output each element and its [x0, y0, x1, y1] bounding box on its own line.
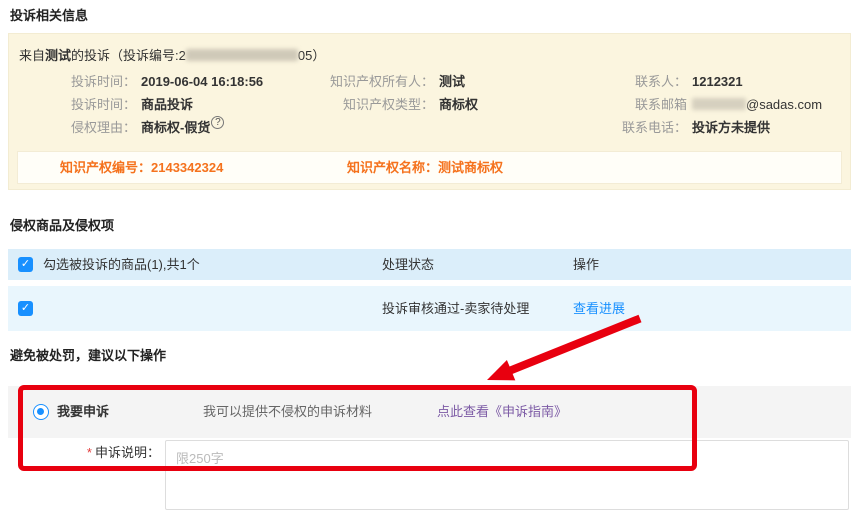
- select-all-label: 勾选被投诉的商品(1),共1个: [43, 249, 200, 280]
- complaint-number-end: 05）: [298, 48, 325, 63]
- ip-number-label: 知识产权编号：: [60, 160, 151, 175]
- field-label: 知识产权类型：: [281, 93, 434, 116]
- email-domain: @sadas.com: [746, 97, 822, 112]
- info-column-2: 知识产权所有人： 测试 知识产权类型： 商标权: [281, 70, 478, 116]
- info-column-3: 联系人： 1212321 联系邮箱 @sadas.com 联系电话： 投诉方未提…: [574, 70, 822, 139]
- complaint-number-start: 2: [179, 48, 186, 63]
- field-ip-owner: 知识产权所有人： 测试: [281, 70, 478, 93]
- field-infringe-reason: 侵权理由： 商标权-假货 ?: [9, 116, 263, 139]
- field-ip-type: 知识产权类型： 商标权: [281, 93, 478, 116]
- field-label: 投诉时间：: [9, 70, 136, 93]
- field-value: 2019-06-04 16:18:56: [141, 70, 263, 93]
- appeal-option-row: 我要申诉 我可以提供不侵权的申诉材料 点此查看《申诉指南》: [8, 386, 851, 438]
- suggest-section-title: 避免被处罚，建议以下操作: [10, 346, 166, 366]
- source-name: 测试: [45, 48, 71, 63]
- field-value: 商标权: [439, 93, 478, 116]
- source-middle: 的投诉（投诉编号:: [71, 48, 179, 63]
- field-label: 知识产权所有人：: [281, 70, 434, 93]
- help-icon[interactable]: ?: [211, 116, 224, 129]
- redacted-complaint-number: [186, 49, 298, 61]
- redacted-email: [692, 98, 746, 110]
- appeal-explain-row: *申诉说明：: [8, 438, 851, 483]
- field-value: 商品投诉: [141, 93, 193, 116]
- ip-name-group: 知识产权名称：测试商标权: [347, 152, 503, 183]
- products-section-title: 侵权商品及侵权项: [10, 216, 114, 236]
- field-label: 投诉时间：: [9, 93, 136, 116]
- status-column-header: 处理状态: [382, 249, 434, 280]
- products-header-row: ✓ 勾选被投诉的商品(1),共1个 处理状态 操作: [8, 249, 851, 280]
- required-mark: *: [87, 445, 92, 460]
- field-value: 1212321: [692, 70, 743, 93]
- field-contact-phone: 联系电话： 投诉方未提供: [574, 116, 822, 139]
- action-column-header: 操作: [573, 249, 599, 280]
- field-value: @sadas.com: [692, 93, 822, 116]
- appeal-radio-label[interactable]: 我要申诉: [57, 386, 109, 438]
- view-progress-link[interactable]: 查看进展: [573, 286, 625, 331]
- field-contact-email: 联系邮箱 @sadas.com: [574, 93, 822, 116]
- field-label: 联系电话：: [574, 116, 687, 139]
- product-row: ✓ 投诉审核通过-卖家待处理 查看进展: [8, 286, 851, 331]
- appeal-textarea[interactable]: [165, 440, 849, 510]
- field-value: 投诉方未提供: [692, 116, 770, 139]
- field-value: 测试: [439, 70, 465, 93]
- field-label: 联系人：: [574, 70, 687, 93]
- ip-detail-box: 知识产权编号：2143342324 知识产权名称：测试商标权: [17, 151, 842, 184]
- ip-number-group: 知识产权编号：2143342324: [60, 152, 223, 183]
- source-prefix: 来自: [19, 48, 45, 63]
- ip-number-value: 2143342324: [151, 160, 223, 175]
- field-contact-person: 联系人： 1212321: [574, 70, 822, 93]
- field-complaint-type: 投诉时间： 商品投诉: [9, 93, 263, 116]
- complaint-section-title: 投诉相关信息: [10, 6, 88, 26]
- field-complaint-time: 投诉时间： 2019-06-04 16:18:56: [9, 70, 263, 93]
- ip-name-label: 知识产权名称：: [347, 160, 438, 175]
- select-all-checkbox[interactable]: ✓: [18, 257, 33, 272]
- appeal-desc: 我可以提供不侵权的申诉材料: [203, 386, 372, 438]
- product-checkbox[interactable]: ✓: [18, 301, 33, 316]
- complaint-panel: 来自测试的投诉（投诉编号:205） 投诉时间： 2019-06-04 16:18…: [8, 33, 851, 190]
- complaint-source-line: 来自测试的投诉（投诉编号:2 05）: [19, 45, 325, 64]
- appeal-label-text: 申诉说明：: [95, 445, 160, 460]
- appeal-explain-label: *申诉说明：: [8, 438, 160, 468]
- field-label: 联系邮箱: [574, 93, 687, 116]
- ip-name-value: 测试商标权: [438, 160, 503, 175]
- info-column-1: 投诉时间： 2019-06-04 16:18:56 投诉时间： 商品投诉 侵权理…: [9, 70, 263, 139]
- field-label: 侵权理由：: [9, 116, 136, 139]
- appeal-guide-link[interactable]: 点此查看《申诉指南》: [437, 386, 567, 438]
- field-value: 商标权-假货: [141, 116, 210, 139]
- appeal-radio[interactable]: [33, 404, 49, 420]
- product-status: 投诉审核通过-卖家待处理: [382, 286, 529, 331]
